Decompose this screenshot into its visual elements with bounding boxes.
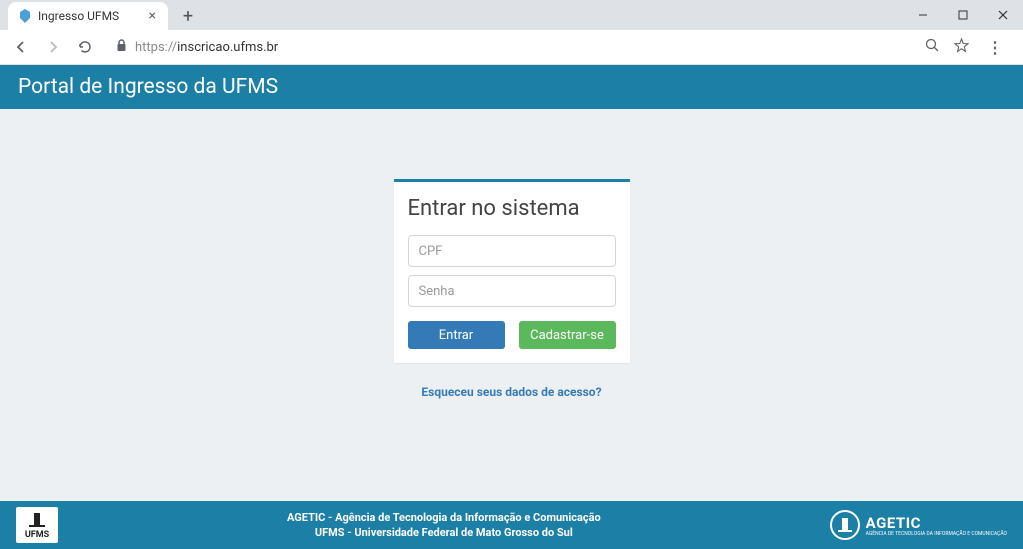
url-scheme: https://: [135, 40, 177, 55]
agetic-logo-icon: [830, 510, 860, 540]
ufms-logo-text: UFMS: [25, 531, 49, 540]
agetic-logo: AGETIC AGÊNCIA DE TECNOLOGIA DA INFORMAÇ…: [830, 510, 1007, 540]
page-header: Portal de Ingresso da UFMS: [0, 65, 1023, 109]
agetic-logo-text: AGETIC: [866, 514, 1007, 532]
ufms-logo: UFMS: [16, 507, 58, 543]
senha-input[interactable]: [408, 275, 616, 307]
address-bar[interactable]: https://inscricao.ufms.br: [106, 34, 915, 60]
footer-line1: AGETIC - Agência de Tecnologia da Inform…: [58, 510, 830, 525]
minimize-button[interactable]: [903, 0, 943, 30]
button-row: Entrar Cadastrar-se: [408, 321, 616, 349]
back-button[interactable]: [10, 36, 32, 58]
new-tab-button[interactable]: +: [174, 2, 202, 30]
browser-chrome: Ingresso UFMS × +: [0, 0, 1023, 65]
login-card: Entrar no sistema Entrar Cadastrar-se: [394, 179, 630, 363]
window-controls: [903, 0, 1023, 30]
footer-line2: UFMS - Universidade Federal de Mato Gros…: [58, 525, 830, 540]
cpf-input[interactable]: [408, 235, 616, 267]
url-display: https://inscricao.ufms.br: [135, 40, 278, 55]
footer-text: AGETIC - Agência de Tecnologia da Inform…: [58, 510, 830, 541]
agetic-logo-sub: AGÊNCIA DE TECNOLOGIA DA INFORMAÇÃO E CO…: [866, 532, 1007, 537]
page-content: Portal de Ingresso da UFMS Entrar no sis…: [0, 65, 1023, 549]
cadastrar-button[interactable]: Cadastrar-se: [519, 321, 616, 349]
browser-right-icons: ⋮: [925, 38, 1013, 57]
footer: UFMS AGETIC - Agência de Tecnologia da I…: [0, 501, 1023, 549]
tab-favicon-icon: [18, 9, 32, 23]
tab-bar: Ingresso UFMS × +: [0, 0, 1023, 30]
content-area: Entrar no sistema Entrar Cadastrar-se Es…: [0, 109, 1023, 501]
browser-tab[interactable]: Ingresso UFMS ×: [8, 2, 168, 30]
tab-title: Ingresso UFMS: [38, 9, 141, 23]
forgot-link[interactable]: Esqueceu seus dados de acesso?: [421, 385, 601, 399]
reload-button[interactable]: [74, 36, 96, 58]
login-title: Entrar no sistema: [408, 196, 616, 221]
lock-icon: [116, 39, 127, 55]
ufms-logo-content: UFMS: [25, 510, 49, 540]
entrar-button[interactable]: Entrar: [408, 321, 505, 349]
maximize-button[interactable]: [943, 0, 983, 30]
login-container: Entrar no sistema Entrar Cadastrar-se Es…: [394, 179, 630, 400]
url-host: inscricao.ufms.br: [177, 40, 278, 55]
star-icon[interactable]: [954, 38, 969, 57]
address-bar-row: https://inscricao.ufms.br ⋮: [0, 30, 1023, 64]
close-window-button[interactable]: [983, 0, 1023, 30]
menu-icon[interactable]: ⋮: [983, 38, 1007, 57]
page-title: Portal de Ingresso da UFMS: [18, 75, 278, 99]
agetic-logo-textblock: AGETIC AGÊNCIA DE TECNOLOGIA DA INFORMAÇ…: [866, 514, 1007, 537]
zoom-icon[interactable]: [925, 38, 940, 57]
tab-close-icon[interactable]: ×: [147, 8, 158, 24]
ufms-logo-icon: [27, 510, 47, 530]
forward-button[interactable]: [42, 36, 64, 58]
